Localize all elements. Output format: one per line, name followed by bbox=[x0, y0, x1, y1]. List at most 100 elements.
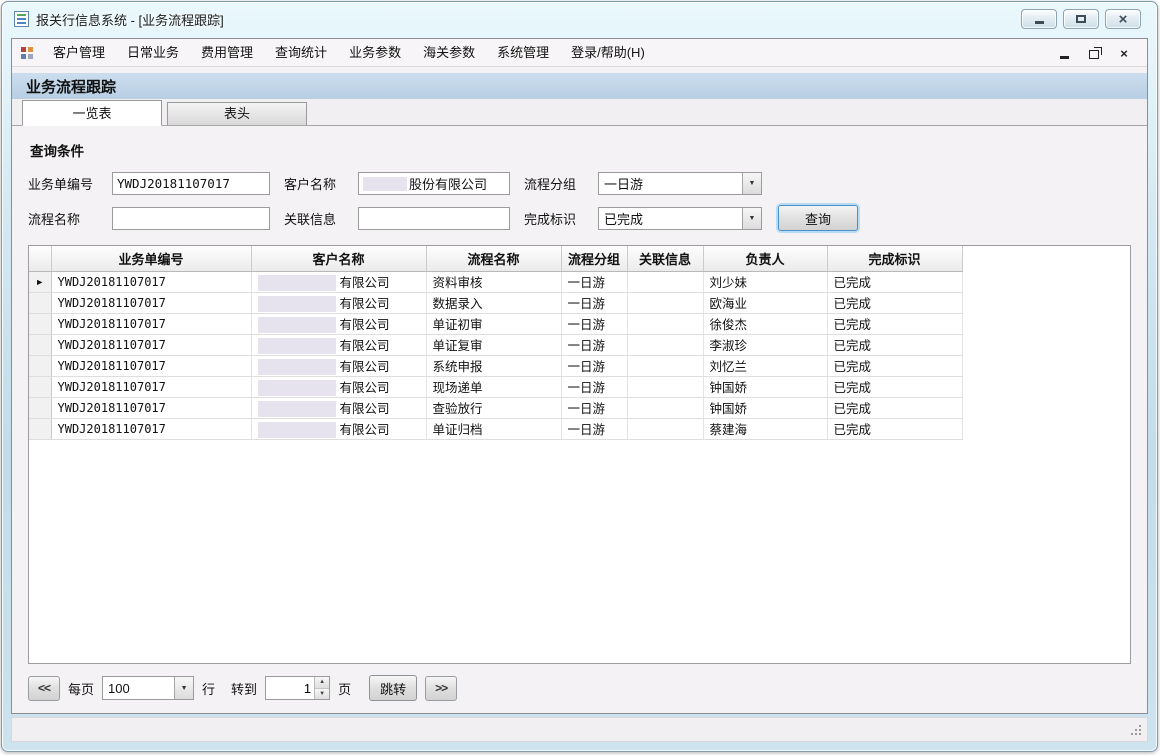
row-selector[interactable] bbox=[29, 376, 51, 397]
mdi-close-button[interactable]: × bbox=[1117, 46, 1131, 60]
resize-grip[interactable] bbox=[1131, 725, 1143, 737]
cell-owner[interactable]: 欧海业 bbox=[703, 292, 827, 313]
cell-order-no[interactable]: YWDJ20181107017 bbox=[51, 376, 251, 397]
cell-status[interactable]: 已完成 bbox=[827, 376, 962, 397]
row-selector[interactable] bbox=[29, 292, 51, 313]
chevron-down-icon[interactable]: ▼ bbox=[742, 208, 761, 229]
cell-customer[interactable]: 有限公司 bbox=[251, 313, 426, 334]
minimize-button[interactable] bbox=[1021, 9, 1057, 29]
cell-process[interactable]: 查验放行 bbox=[426, 397, 561, 418]
row-selector[interactable] bbox=[29, 355, 51, 376]
cell-status[interactable]: 已完成 bbox=[827, 334, 962, 355]
cell-status[interactable]: 已完成 bbox=[827, 292, 962, 313]
cell-related[interactable] bbox=[627, 313, 703, 334]
cell-order-no[interactable]: YWDJ20181107017 bbox=[51, 271, 251, 292]
tab-list[interactable]: 一览表 bbox=[22, 100, 162, 126]
row-selector-header[interactable] bbox=[29, 246, 51, 271]
order-no-input[interactable] bbox=[112, 172, 270, 195]
cell-related[interactable] bbox=[627, 376, 703, 397]
menu-item[interactable]: 登录/帮助(H) bbox=[560, 40, 656, 66]
column-header[interactable]: 关联信息 bbox=[627, 246, 703, 271]
menu-item[interactable]: 业务参数 bbox=[338, 40, 412, 66]
per-page-select[interactable]: 100 ▼ bbox=[102, 676, 194, 700]
cell-customer[interactable]: 有限公司 bbox=[251, 376, 426, 397]
cell-customer[interactable]: 有限公司 bbox=[251, 355, 426, 376]
cell-related[interactable] bbox=[627, 271, 703, 292]
row-selector[interactable]: ► bbox=[29, 271, 51, 292]
row-selector[interactable] bbox=[29, 313, 51, 334]
cell-owner[interactable]: 李淑珍 bbox=[703, 334, 827, 355]
cell-order-no[interactable]: YWDJ20181107017 bbox=[51, 313, 251, 334]
menu-item[interactable]: 海关参数 bbox=[412, 40, 486, 66]
cell-status[interactable]: 已完成 bbox=[827, 418, 962, 439]
cell-status[interactable]: 已完成 bbox=[827, 313, 962, 334]
cell-owner[interactable]: 钟国娇 bbox=[703, 397, 827, 418]
row-selector[interactable] bbox=[29, 397, 51, 418]
maximize-button[interactable] bbox=[1063, 9, 1099, 29]
cell-owner[interactable]: 钟国娇 bbox=[703, 376, 827, 397]
status-select[interactable]: 已完成 ▼ bbox=[598, 207, 762, 230]
menu-item[interactable]: 客户管理 bbox=[42, 40, 116, 66]
column-header[interactable]: 客户名称 bbox=[251, 246, 426, 271]
menu-item[interactable]: 费用管理 bbox=[190, 40, 264, 66]
search-button[interactable]: 查询 bbox=[778, 205, 858, 231]
cell-customer[interactable]: 有限公司 bbox=[251, 271, 426, 292]
row-selector[interactable] bbox=[29, 418, 51, 439]
cell-process[interactable]: 资料审核 bbox=[426, 271, 561, 292]
cell-related[interactable] bbox=[627, 397, 703, 418]
cell-status[interactable]: 已完成 bbox=[827, 355, 962, 376]
cell-group[interactable]: 一日游 bbox=[561, 292, 627, 313]
cell-owner[interactable]: 刘忆兰 bbox=[703, 355, 827, 376]
cell-group[interactable]: 一日游 bbox=[561, 376, 627, 397]
row-selector[interactable] bbox=[29, 334, 51, 355]
column-header[interactable]: 完成标识 bbox=[827, 246, 962, 271]
mdi-minimize-button[interactable] bbox=[1057, 46, 1071, 60]
cell-customer[interactable]: 有限公司 bbox=[251, 292, 426, 313]
cell-process[interactable]: 现场递单 bbox=[426, 376, 561, 397]
page-number-input[interactable] bbox=[266, 677, 314, 699]
tab-header[interactable]: 表头 bbox=[167, 102, 307, 125]
cell-related[interactable] bbox=[627, 292, 703, 313]
cell-owner[interactable]: 蔡建海 bbox=[703, 418, 827, 439]
mdi-restore-button[interactable] bbox=[1087, 46, 1101, 60]
cell-customer[interactable]: 有限公司 bbox=[251, 334, 426, 355]
cell-group[interactable]: 一日游 bbox=[561, 271, 627, 292]
column-header[interactable]: 流程分组 bbox=[561, 246, 627, 271]
menu-item[interactable]: 系统管理 bbox=[486, 40, 560, 66]
cell-order-no[interactable]: YWDJ20181107017 bbox=[51, 355, 251, 376]
process-input[interactable] bbox=[112, 207, 270, 230]
jump-button[interactable]: 跳转 bbox=[369, 675, 417, 701]
column-header[interactable]: 流程名称 bbox=[426, 246, 561, 271]
chevron-down-icon[interactable]: ▼ bbox=[742, 173, 761, 194]
cell-customer[interactable]: 有限公司 bbox=[251, 397, 426, 418]
cell-group[interactable]: 一日游 bbox=[561, 418, 627, 439]
cell-process[interactable]: 数据录入 bbox=[426, 292, 561, 313]
cell-order-no[interactable]: YWDJ20181107017 bbox=[51, 292, 251, 313]
menu-item[interactable]: 查询统计 bbox=[264, 40, 338, 66]
cell-group[interactable]: 一日游 bbox=[561, 397, 627, 418]
cell-owner[interactable]: 徐俊杰 bbox=[703, 313, 827, 334]
cell-process[interactable]: 单证归档 bbox=[426, 418, 561, 439]
cell-process[interactable]: 单证复审 bbox=[426, 334, 561, 355]
cell-owner[interactable]: 刘少妹 bbox=[703, 271, 827, 292]
cell-related[interactable] bbox=[627, 418, 703, 439]
group-select[interactable]: 一日游 ▼ bbox=[598, 172, 762, 195]
cell-order-no[interactable]: YWDJ20181107017 bbox=[51, 418, 251, 439]
spin-down-icon[interactable]: ▼ bbox=[315, 689, 329, 700]
cell-group[interactable]: 一日游 bbox=[561, 313, 627, 334]
cell-customer[interactable]: 有限公司 bbox=[251, 418, 426, 439]
cell-related[interactable] bbox=[627, 355, 703, 376]
cell-related[interactable] bbox=[627, 334, 703, 355]
column-header[interactable]: 负责人 bbox=[703, 246, 827, 271]
cell-order-no[interactable]: YWDJ20181107017 bbox=[51, 397, 251, 418]
customer-input[interactable]: 股份有限公司 bbox=[358, 172, 510, 195]
cell-group[interactable]: 一日游 bbox=[561, 355, 627, 376]
menu-item[interactable]: 日常业务 bbox=[116, 40, 190, 66]
cell-status[interactable]: 已完成 bbox=[827, 397, 962, 418]
spin-up-icon[interactable]: ▲ bbox=[315, 677, 329, 689]
column-header[interactable]: 业务单编号 bbox=[51, 246, 251, 271]
cell-group[interactable]: 一日游 bbox=[561, 334, 627, 355]
cell-order-no[interactable]: YWDJ20181107017 bbox=[51, 334, 251, 355]
cell-process[interactable]: 单证初审 bbox=[426, 313, 561, 334]
cell-process[interactable]: 系统申报 bbox=[426, 355, 561, 376]
